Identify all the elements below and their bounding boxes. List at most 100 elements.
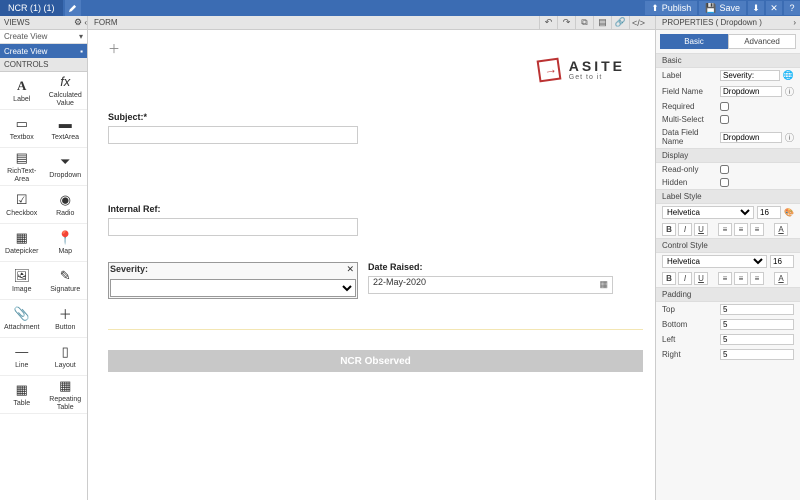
copy-button[interactable]: ⧉ xyxy=(575,16,593,29)
prop-multiselect-checkbox[interactable] xyxy=(720,115,729,124)
controlstyle-align-center[interactable]: ≡ xyxy=(734,272,748,285)
control-image[interactable]: 🖼Image xyxy=(0,262,44,300)
tab-basic[interactable]: Basic xyxy=(660,34,728,49)
control-signature[interactable]: ✎Signature xyxy=(44,262,88,300)
section-padding: Padding xyxy=(656,287,800,302)
redo-button[interactable]: ↷ xyxy=(557,16,575,29)
edit-button[interactable] xyxy=(65,0,81,16)
control-line[interactable]: —Line xyxy=(0,338,44,376)
labelstyle-align-center[interactable]: ≡ xyxy=(734,223,748,236)
document-tab[interactable]: NCR (1) (1) xyxy=(0,0,63,16)
link-icon: 🔗 xyxy=(615,17,626,28)
labelstyle-align-right[interactable]: ≡ xyxy=(750,223,764,236)
prop-datafield-input[interactable] xyxy=(720,132,782,143)
properties-collapse[interactable]: › xyxy=(793,18,796,27)
controlstyle-italic[interactable]: I xyxy=(678,272,692,285)
control-textbox[interactable]: ▭Textbox xyxy=(0,110,44,148)
labelstyle-align-left[interactable]: ≡ xyxy=(718,223,732,236)
controlstyle-textcolor[interactable]: A xyxy=(774,272,788,285)
labelstyle-underline[interactable]: U xyxy=(694,223,708,236)
internal-ref-label: Internal Ref: xyxy=(108,204,643,214)
prop-readonly-checkbox[interactable] xyxy=(720,165,729,174)
subject-label: Subject:* xyxy=(108,112,643,122)
control-button[interactable]: ＋Button xyxy=(44,300,88,338)
logo-icon xyxy=(537,57,562,82)
prop-multiselect-lbl: Multi-Select xyxy=(662,115,720,124)
view-item-active[interactable]: Create View▪ xyxy=(0,44,87,58)
pad-right-input[interactable] xyxy=(720,349,794,360)
prop-hidden-checkbox[interactable] xyxy=(720,178,729,187)
controlstyle-underline[interactable]: U xyxy=(694,272,708,285)
chevron-down-icon: ▾ xyxy=(79,32,83,41)
pad-top-input[interactable] xyxy=(720,304,794,315)
publish-button[interactable]: ⬆Publish xyxy=(645,1,697,15)
help-button[interactable]: ? xyxy=(784,1,800,15)
save-button[interactable]: 💾Save xyxy=(699,1,746,15)
create-view-dropdown[interactable]: Create View▾ xyxy=(0,30,87,44)
color-icon[interactable]: 🎨 xyxy=(784,208,794,217)
date-raised-label: Date Raised: xyxy=(368,262,613,272)
control-label[interactable]: ALabel xyxy=(0,72,44,110)
pad-bottom-input[interactable] xyxy=(720,319,794,330)
control-textarea[interactable]: ▬TextArea xyxy=(44,110,88,148)
controlstyle-align-right[interactable]: ≡ xyxy=(750,272,764,285)
controlstyle-bold[interactable]: B xyxy=(662,272,676,285)
pencil-icon xyxy=(68,4,77,13)
link-button[interactable]: 🔗 xyxy=(611,16,629,29)
pad-bottom-lbl: Bottom xyxy=(662,320,720,329)
prop-datafield-lbl: Data Field Name xyxy=(662,128,720,146)
control-map[interactable]: 📍Map xyxy=(44,224,88,262)
control-layout[interactable]: ▯Layout xyxy=(44,338,88,376)
section-basic: Basic xyxy=(656,53,800,68)
save-icon: 💾 xyxy=(705,3,716,14)
paste-button[interactable]: ▤ xyxy=(593,16,611,29)
prop-readonly-lbl: Read-only xyxy=(662,165,720,174)
control-datepicker[interactable]: ▦Datepicker xyxy=(0,224,44,262)
info-icon[interactable]: ⓘ xyxy=(785,85,794,98)
prop-required-checkbox[interactable] xyxy=(720,102,729,111)
views-collapse[interactable]: ⚙ ‹ xyxy=(74,17,87,28)
code-button[interactable]: </> xyxy=(629,16,647,29)
prop-label-input[interactable] xyxy=(720,70,780,81)
control-repeating-table[interactable]: ▦Repeating Table xyxy=(44,376,88,414)
labelstyle-bold[interactable]: B xyxy=(662,223,676,236)
code-icon: </> xyxy=(632,18,645,28)
add-section-button[interactable]: ＋ xyxy=(108,40,643,57)
subject-input[interactable] xyxy=(108,126,358,144)
calendar-icon[interactable]: ▦ xyxy=(599,279,608,290)
labelstyle-size-input[interactable] xyxy=(757,206,781,219)
control-checkbox[interactable]: ☑Checkbox xyxy=(0,186,44,224)
properties-header: PROPERTIES ( Dropdown ) xyxy=(662,18,762,27)
controlstyle-font-select[interactable]: Helvetica xyxy=(662,255,767,268)
date-raised-input[interactable]: 22-May-2020 ▦ xyxy=(368,276,613,294)
pad-left-input[interactable] xyxy=(720,334,794,345)
undo-button[interactable]: ↶ xyxy=(539,16,557,29)
download-button[interactable]: ⬇ xyxy=(748,1,764,15)
section-controlstyle: Control Style xyxy=(656,238,800,253)
labelstyle-italic[interactable]: I xyxy=(678,223,692,236)
severity-field-selected[interactable]: Severity:✕ xyxy=(108,262,358,299)
severity-remove-icon[interactable]: ✕ xyxy=(346,264,354,275)
control-calculated-value[interactable]: fxCalculated Value xyxy=(44,72,88,110)
labelstyle-textcolor[interactable]: A xyxy=(774,223,788,236)
control-table[interactable]: ▦Table xyxy=(0,376,44,414)
control-radio[interactable]: ◉Radio xyxy=(44,186,88,224)
close-button[interactable]: ✕ xyxy=(766,1,782,15)
prop-fieldname-input[interactable] xyxy=(720,86,782,97)
redo-icon: ↷ xyxy=(563,17,571,28)
info-icon[interactable]: ⓘ xyxy=(785,131,794,144)
control-attachment[interactable]: 📎Attachment xyxy=(0,300,44,338)
control-richtext[interactable]: ▤RichText-Area xyxy=(0,148,44,186)
controlstyle-size-input[interactable] xyxy=(770,255,794,268)
pad-top-lbl: Top xyxy=(662,305,720,314)
tab-advanced[interactable]: Advanced xyxy=(728,34,796,49)
controls-palette: ALabelfxCalculated Value ▭Textbox▬TextAr… xyxy=(0,72,87,500)
controlstyle-align-left[interactable]: ≡ xyxy=(718,272,732,285)
control-dropdown[interactable]: ⏷Dropdown xyxy=(44,148,88,186)
upload-icon: ⬆ xyxy=(651,3,659,14)
internal-ref-input[interactable] xyxy=(108,218,358,236)
view-remove-icon[interactable]: ▪ xyxy=(80,47,83,56)
labelstyle-font-select[interactable]: Helvetica xyxy=(662,206,754,219)
severity-dropdown[interactable] xyxy=(110,279,356,297)
globe-icon[interactable]: 🌐 xyxy=(783,70,794,81)
